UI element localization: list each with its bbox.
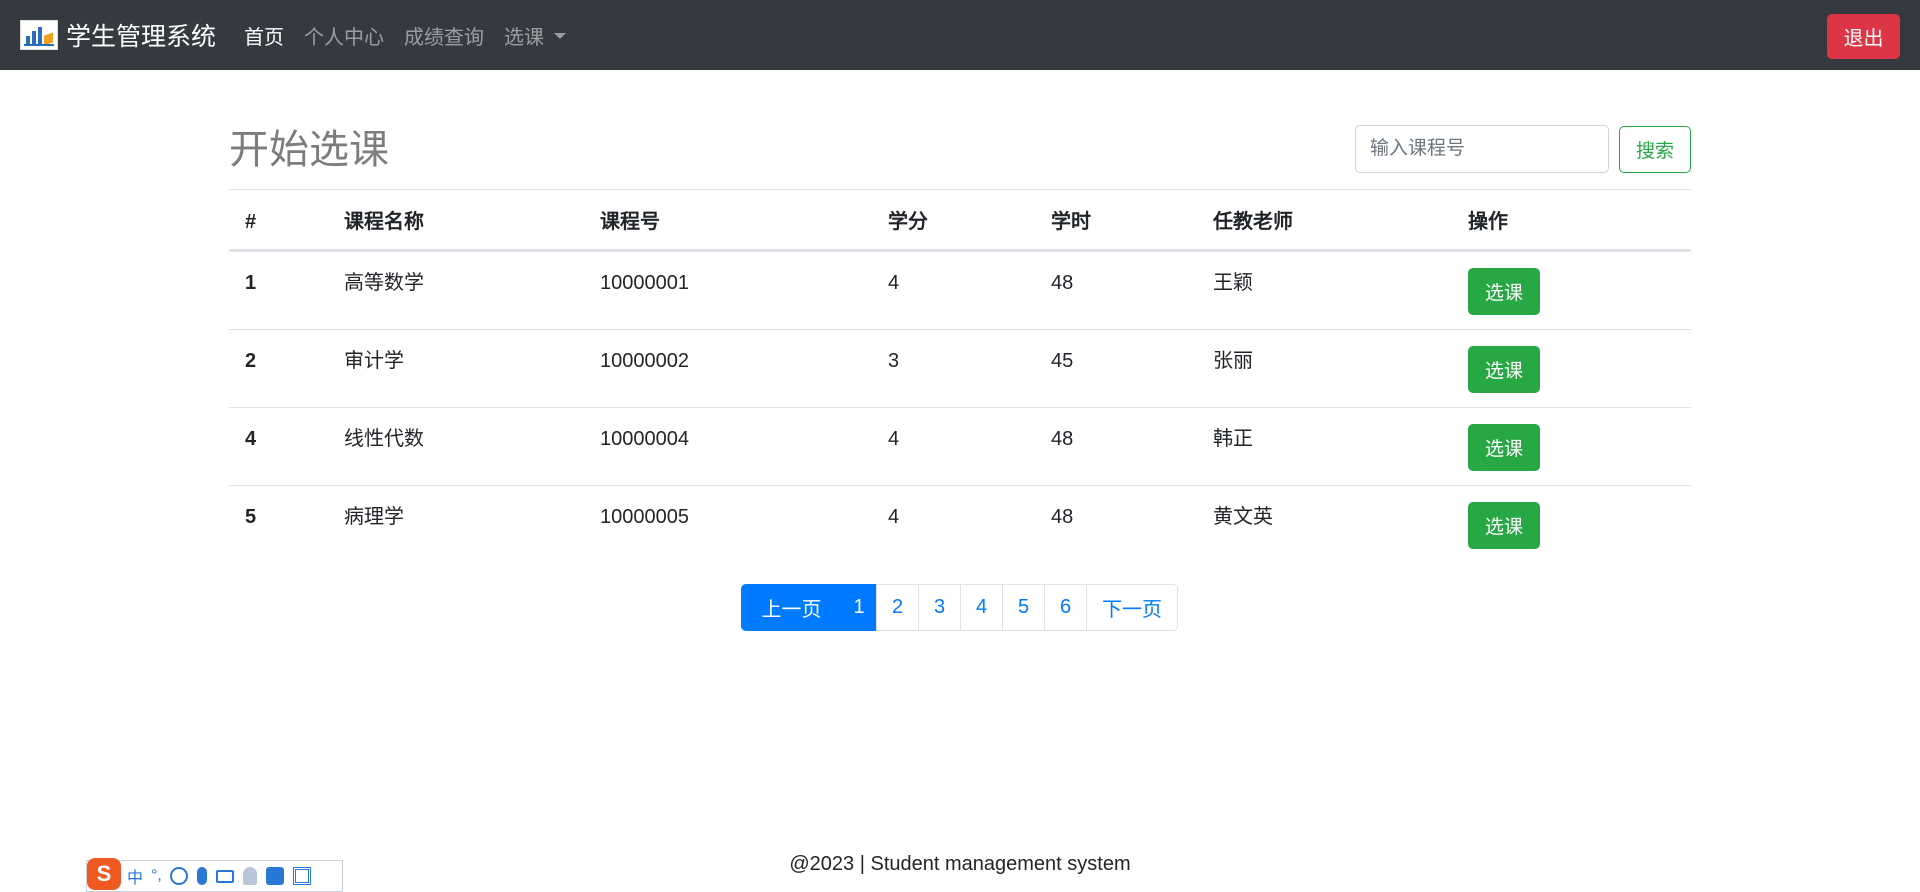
pagination: 上一页 1 2 3 4 5 6 下一页 [741, 584, 1178, 631]
row-index: 1 [245, 272, 257, 294]
skin-shirt-icon[interactable] [265, 867, 284, 885]
user-icon[interactable] [242, 867, 257, 885]
caret-down-icon [554, 33, 567, 39]
row-index: 4 [245, 428, 257, 450]
page-5-button[interactable]: 5 [1002, 584, 1045, 631]
emoji-icon[interactable] [169, 867, 188, 885]
ime-mode-toggle[interactable]: 中 [127, 864, 143, 888]
search-button[interactable]: 搜索 [1619, 126, 1691, 173]
row-credit: 4 [888, 506, 900, 528]
top-navbar: 学生管理系统 首页 个人中心 成绩查询 选课 退出 [0, 0, 1920, 70]
row-hours: 48 [1051, 506, 1074, 528]
page-3-button[interactable]: 3 [918, 584, 961, 631]
sogou-logo-icon[interactable]: S [87, 858, 121, 890]
ime-punctuation-toggle[interactable]: °, [151, 867, 162, 885]
select-course-button[interactable]: 选课 [1468, 268, 1540, 315]
row-teacher: 张丽 [1213, 350, 1253, 372]
table-row: 1 高等数学 10000001 4 48 王颖 选课 [229, 251, 1691, 329]
page-1-button[interactable]: 1 [841, 584, 877, 631]
row-hours: 48 [1051, 272, 1074, 294]
brand[interactable]: 学生管理系统 [20, 17, 216, 53]
nav-course-dropdown-label: 选课 [504, 26, 545, 49]
row-teacher: 黄文英 [1213, 506, 1273, 528]
row-credit: 3 [888, 350, 900, 372]
nav-home[interactable]: 首页 [244, 21, 284, 50]
row-course-code: 10000005 [600, 506, 689, 528]
page-6-button[interactable]: 6 [1044, 584, 1087, 631]
row-credit: 4 [888, 272, 900, 294]
ime-toolbar: S 中 °, [86, 858, 343, 892]
row-course-code: 10000004 [600, 428, 689, 450]
table-row: 2 审计学 10000002 3 45 张丽 选课 [229, 329, 1691, 407]
row-course-name: 高等数学 [344, 272, 424, 294]
course-code-search-input[interactable] [1355, 125, 1609, 173]
brand-title: 学生管理系统 [66, 23, 217, 51]
header-course-code: 课程号 [600, 211, 660, 233]
row-course-name: 病理学 [344, 506, 404, 528]
toolbox-grid-icon[interactable] [292, 867, 311, 885]
keyboard-icon[interactable] [215, 869, 234, 883]
table-row: 4 线性代数 10000004 4 48 韩正 选课 [229, 407, 1691, 485]
select-course-button[interactable]: 选课 [1468, 424, 1540, 471]
row-hours: 48 [1051, 428, 1074, 450]
header-action: 操作 [1468, 211, 1508, 233]
row-course-code: 10000002 [600, 350, 689, 372]
header-credit: 学分 [888, 211, 928, 233]
microphone-icon[interactable] [196, 867, 207, 885]
page-4-button[interactable]: 4 [960, 584, 1003, 631]
header-course-name: 课程名称 [344, 211, 424, 233]
nav-profile[interactable]: 个人中心 [304, 21, 384, 50]
row-index: 2 [245, 350, 257, 372]
row-course-name: 线性代数 [344, 428, 424, 450]
logout-button[interactable]: 退出 [1827, 14, 1900, 59]
page-2-button[interactable]: 2 [876, 584, 919, 631]
prev-page-button[interactable]: 上一页 [741, 584, 842, 631]
row-teacher: 王颖 [1213, 272, 1253, 294]
row-index: 5 [245, 506, 257, 528]
nav-grades[interactable]: 成绩查询 [404, 21, 484, 50]
header-index: # [245, 211, 257, 233]
nav-course-dropdown[interactable]: 选课 [504, 21, 567, 50]
row-course-code: 10000001 [600, 272, 689, 294]
row-teacher: 韩正 [1213, 428, 1253, 450]
brand-logo-icon [20, 20, 58, 50]
header-hours: 学时 [1051, 211, 1091, 233]
select-course-button[interactable]: 选课 [1468, 502, 1540, 549]
table-header-row: # 课程名称 课程号 学分 学时 任教老师 操作 [229, 189, 1691, 251]
row-hours: 45 [1051, 350, 1074, 372]
row-course-name: 审计学 [344, 350, 404, 372]
header-teacher: 任教老师 [1213, 211, 1293, 233]
table-row: 5 病理学 10000005 4 48 黄文英 选课 [229, 485, 1691, 563]
page-title: 开始选课 [229, 128, 389, 172]
select-course-button[interactable]: 选课 [1468, 346, 1540, 393]
row-credit: 4 [888, 428, 900, 450]
course-table: # 课程名称 课程号 学分 学时 任教老师 操作 1 高等数学 10000001… [229, 189, 1691, 563]
next-page-button[interactable]: 下一页 [1086, 584, 1178, 631]
